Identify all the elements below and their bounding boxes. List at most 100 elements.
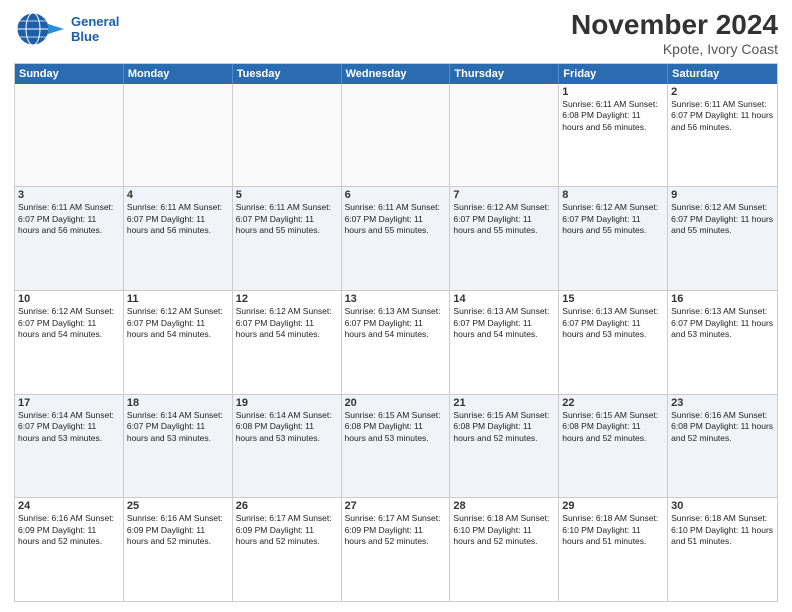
day-info: Sunrise: 6:12 AM Sunset: 6:07 PM Dayligh… [18, 306, 120, 340]
calendar-cell: 19Sunrise: 6:14 AM Sunset: 6:08 PM Dayli… [233, 395, 342, 498]
calendar-cell: 26Sunrise: 6:17 AM Sunset: 6:09 PM Dayli… [233, 498, 342, 601]
day-number: 12 [236, 293, 338, 305]
calendar-cell: 10Sunrise: 6:12 AM Sunset: 6:07 PM Dayli… [15, 291, 124, 394]
calendar-week-4: 17Sunrise: 6:14 AM Sunset: 6:07 PM Dayli… [15, 394, 777, 498]
calendar-header-sunday: Sunday [15, 64, 124, 84]
day-number: 3 [18, 189, 120, 201]
day-number: 15 [562, 293, 664, 305]
logo-general: General [71, 14, 119, 29]
calendar: SundayMondayTuesdayWednesdayThursdayFrid… [14, 63, 778, 602]
day-info: Sunrise: 6:11 AM Sunset: 6:07 PM Dayligh… [18, 202, 120, 236]
day-info: Sunrise: 6:14 AM Sunset: 6:08 PM Dayligh… [236, 410, 338, 444]
page-subtitle: Kpote, Ivory Coast [571, 41, 778, 57]
day-number: 4 [127, 189, 229, 201]
calendar-cell: 11Sunrise: 6:12 AM Sunset: 6:07 PM Dayli… [124, 291, 233, 394]
day-number: 8 [562, 189, 664, 201]
calendar-week-3: 10Sunrise: 6:12 AM Sunset: 6:07 PM Dayli… [15, 290, 777, 394]
calendar-cell: 9Sunrise: 6:12 AM Sunset: 6:07 PM Daylig… [668, 187, 777, 290]
calendar-week-2: 3Sunrise: 6:11 AM Sunset: 6:07 PM Daylig… [15, 186, 777, 290]
calendar-cell: 5Sunrise: 6:11 AM Sunset: 6:07 PM Daylig… [233, 187, 342, 290]
day-number: 26 [236, 500, 338, 512]
calendar-cell: 3Sunrise: 6:11 AM Sunset: 6:07 PM Daylig… [15, 187, 124, 290]
calendar-week-5: 24 Sunrise: 6:16 AM Sunset: 6:09 PM Dayli… [15, 497, 777, 601]
calendar-cell: 2Sunrise: 6:11 AM Sunset: 6:07 PM Daylig… [668, 84, 777, 187]
calendar-cell: 22Sunrise: 6:15 AM Sunset: 6:08 PM Dayli… [559, 395, 668, 498]
logo-text: General Blue [71, 14, 119, 44]
day-number: 27 [345, 500, 447, 512]
day-number: 17 [18, 397, 120, 409]
day-number: 9 [671, 189, 774, 201]
day-info: Sunrise: 6:16 AM Sunset: 6:08 PM Dayligh… [671, 410, 774, 444]
calendar-cell: 23Sunrise: 6:16 AM Sunset: 6:08 PM Dayli… [668, 395, 777, 498]
calendar-cell: 1Sunrise: 6:11 AM Sunset: 6:08 PM Daylig… [559, 84, 668, 187]
calendar-header-friday: Friday [559, 64, 668, 84]
day-info: Sunrise: 6:17 AM Sunset: 6:09 PM Dayligh… [345, 513, 447, 547]
day-info: Sunrise: 6:11 AM Sunset: 6:07 PM Dayligh… [671, 99, 774, 133]
calendar-cell: 24Sunrise: 6:16 AM Sunset: 6:09 PM Dayli… [15, 498, 124, 601]
day-info: Sunrise: 6:15 AM Sunset: 6:08 PM Dayligh… [562, 410, 664, 444]
day-number: 25 [127, 500, 229, 512]
calendar-header: SundayMondayTuesdayWednesdayThursdayFrid… [15, 64, 777, 84]
day-info: Sunrise: 6:12 AM Sunset: 6:07 PM Dayligh… [127, 306, 229, 340]
page: General Blue November 2024 Kpote, Ivory … [0, 0, 792, 612]
day-info: Sunrise: 6:18 AM Sunset: 6:10 PM Dayligh… [562, 513, 664, 547]
day-number: 16 [671, 293, 774, 305]
calendar-cell: 29Sunrise: 6:18 AM Sunset: 6:10 PM Dayli… [559, 498, 668, 601]
calendar-cell: 12Sunrise: 6:12 AM Sunset: 6:07 PM Dayli… [233, 291, 342, 394]
calendar-cell: 13Sunrise: 6:13 AM Sunset: 6:07 PM Dayli… [342, 291, 451, 394]
day-info: Sunrise: 6:11 AM Sunset: 6:08 PM Dayligh… [562, 99, 664, 133]
day-number: 30 [671, 500, 774, 512]
day-number: 13 [345, 293, 447, 305]
calendar-cell [233, 84, 342, 187]
day-number: 20 [345, 397, 447, 409]
day-info: Sunrise: 6:12 AM Sunset: 6:07 PM Dayligh… [671, 202, 774, 236]
day-info: Sunrise: 6:12 AM Sunset: 6:07 PM Dayligh… [562, 202, 664, 236]
calendar-header-thursday: Thursday [450, 64, 559, 84]
day-info: Sunrise: 6:16 AM Sunset: 6:09 PM Dayligh… [127, 513, 229, 547]
day-number: 24 [18, 500, 120, 512]
logo-blue: Blue [71, 29, 119, 44]
day-info: Sunrise: 6:14 AM Sunset: 6:07 PM Dayligh… [127, 410, 229, 444]
calendar-cell: 20Sunrise: 6:15 AM Sunset: 6:08 PM Dayli… [342, 395, 451, 498]
day-number: 18 [127, 397, 229, 409]
day-number: 29 [562, 500, 664, 512]
day-number: 21 [453, 397, 555, 409]
day-number: 1 [562, 86, 664, 98]
calendar-cell [124, 84, 233, 187]
day-info: Sunrise: 6:14 AM Sunset: 6:07 PM Dayligh… [18, 410, 120, 444]
day-number: 6 [345, 189, 447, 201]
logo-area: General Blue [14, 10, 119, 48]
day-info: Sunrise: 6:17 AM Sunset: 6:09 PM Dayligh… [236, 513, 338, 547]
calendar-header-tuesday: Tuesday [233, 64, 342, 84]
day-info: Sunrise: 6:13 AM Sunset: 6:07 PM Dayligh… [562, 306, 664, 340]
calendar-body: 1Sunrise: 6:11 AM Sunset: 6:08 PM Daylig… [15, 84, 777, 601]
day-info: Sunrise: 6:15 AM Sunset: 6:08 PM Dayligh… [345, 410, 447, 444]
day-number: 7 [453, 189, 555, 201]
day-number: 22 [562, 397, 664, 409]
day-info: Sunrise: 6:11 AM Sunset: 6:07 PM Dayligh… [236, 202, 338, 236]
calendar-cell: 21Sunrise: 6:15 AM Sunset: 6:08 PM Dayli… [450, 395, 559, 498]
title-area: November 2024 Kpote, Ivory Coast [571, 10, 778, 57]
day-info: Sunrise: 6:13 AM Sunset: 6:07 PM Dayligh… [453, 306, 555, 340]
day-info: Sunrise: 6:18 AM Sunset: 6:10 PM Dayligh… [671, 513, 774, 547]
day-number: 23 [671, 397, 774, 409]
day-number: 28 [453, 500, 555, 512]
page-title: November 2024 [571, 10, 778, 41]
calendar-header-saturday: Saturday [668, 64, 777, 84]
calendar-cell [15, 84, 124, 187]
day-info: Sunrise: 6:12 AM Sunset: 6:07 PM Dayligh… [453, 202, 555, 236]
calendar-cell: 16Sunrise: 6:13 AM Sunset: 6:07 PM Dayli… [668, 291, 777, 394]
day-info: Sunrise: 6:11 AM Sunset: 6:07 PM Dayligh… [345, 202, 447, 236]
calendar-header-wednesday: Wednesday [342, 64, 451, 84]
day-number: 2 [671, 86, 774, 98]
calendar-cell: 6Sunrise: 6:11 AM Sunset: 6:07 PM Daylig… [342, 187, 451, 290]
day-number: 19 [236, 397, 338, 409]
day-info: Sunrise: 6:11 AM Sunset: 6:07 PM Dayligh… [127, 202, 229, 236]
calendar-cell [450, 84, 559, 187]
calendar-cell: 17Sunrise: 6:14 AM Sunset: 6:07 PM Dayli… [15, 395, 124, 498]
calendar-cell [342, 84, 451, 187]
calendar-cell: 30Sunrise: 6:18 AM Sunset: 6:10 PM Dayli… [668, 498, 777, 601]
calendar-cell: 15Sunrise: 6:13 AM Sunset: 6:07 PM Dayli… [559, 291, 668, 394]
day-number: 11 [127, 293, 229, 305]
calendar-cell: 18Sunrise: 6:14 AM Sunset: 6:07 PM Dayli… [124, 395, 233, 498]
